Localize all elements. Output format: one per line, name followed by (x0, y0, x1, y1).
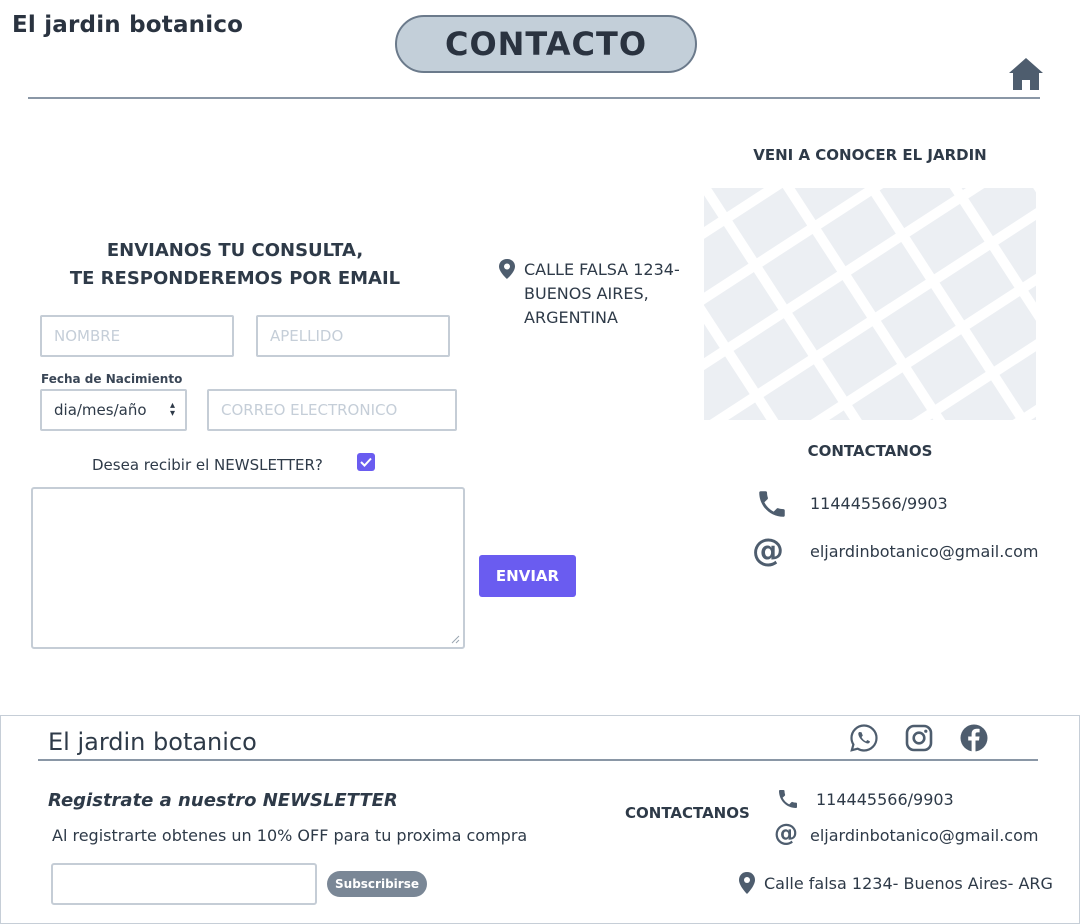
newsletter-label: Desea recibir el NEWSLETTER? (92, 456, 323, 474)
subscribe-email-input[interactable] (51, 863, 317, 905)
footer-divider (38, 759, 1038, 761)
location-pin-icon (497, 258, 517, 280)
fecha-value: dia/mes/año (54, 401, 147, 419)
form-heading-line1: ENVIANOS TU CONSULTA, (106, 240, 364, 261)
enviar-button[interactable]: ENVIAR (479, 555, 576, 597)
home-icon[interactable] (1007, 56, 1045, 92)
contact-phone: 114445566/9903 (810, 494, 948, 513)
correo-input[interactable] (207, 389, 457, 431)
message-textarea[interactable] (31, 487, 465, 649)
form-heading: ENVIANOS TU CONSULTA, TE RESPONDEREMOS P… (40, 237, 430, 293)
resize-grip-icon[interactable] (450, 634, 460, 644)
fecha-label: Fecha de Nacimiento (41, 372, 183, 386)
newsletter-subtitle: Al registrarte obtenes un 10% OFF para t… (52, 826, 528, 845)
whatsapp-icon[interactable] (849, 723, 879, 753)
page-title: CONTACTO (395, 15, 697, 73)
subscribe-button[interactable]: Subscribirse (327, 871, 427, 897)
fecha-nacimiento-input[interactable]: dia/mes/año ▴ ▾ (40, 389, 187, 431)
footer-location-pin-icon (737, 871, 757, 895)
stepper-icon[interactable]: ▴ ▾ (170, 401, 175, 419)
email-at-icon: @ (752, 531, 784, 569)
apellido-input[interactable] (256, 315, 450, 357)
footer-email[interactable]: eljardinbotanico@gmail.com (810, 826, 1038, 845)
footer-brand: El jardin botanico (48, 728, 257, 756)
newsletter-checkbox[interactable] (357, 453, 375, 471)
check-icon (360, 457, 372, 467)
visit-heading: VENI A CONOCER EL JARDIN (753, 146, 987, 164)
address-line2: BUENOS AIRES, (524, 284, 649, 303)
contact-heading: CONTACTANOS (807, 442, 933, 460)
nombre-input[interactable] (40, 315, 234, 357)
footer-phone: 114445566/9903 (816, 790, 954, 809)
instagram-icon[interactable] (904, 723, 934, 753)
address-block: CALLE FALSA 1234- BUENOS AIRES, ARGENTIN… (524, 258, 694, 330)
footer-contact-heading: CONTACTANOS (625, 804, 750, 822)
footer-address: Calle falsa 1234- Buenos Aires- ARG (764, 874, 1053, 893)
footer-email-at-icon: @ (774, 819, 798, 847)
footer-phone-icon (776, 787, 800, 811)
header-divider (28, 97, 1040, 99)
facebook-icon[interactable] (959, 723, 989, 753)
contact-email[interactable]: eljardinbotanico@gmail.com (810, 542, 1038, 561)
form-heading-line2: TE RESPONDEREMOS POR EMAIL (69, 268, 401, 289)
newsletter-title: Registrate a nuestro NEWSLETTER (48, 790, 398, 811)
site-brand[interactable]: El jardin botanico (12, 12, 243, 38)
map-image[interactable] (704, 188, 1036, 420)
address-line3: ARGENTINA (524, 308, 618, 327)
address-line1: CALLE FALSA 1234- (524, 260, 680, 279)
phone-icon (755, 487, 789, 521)
